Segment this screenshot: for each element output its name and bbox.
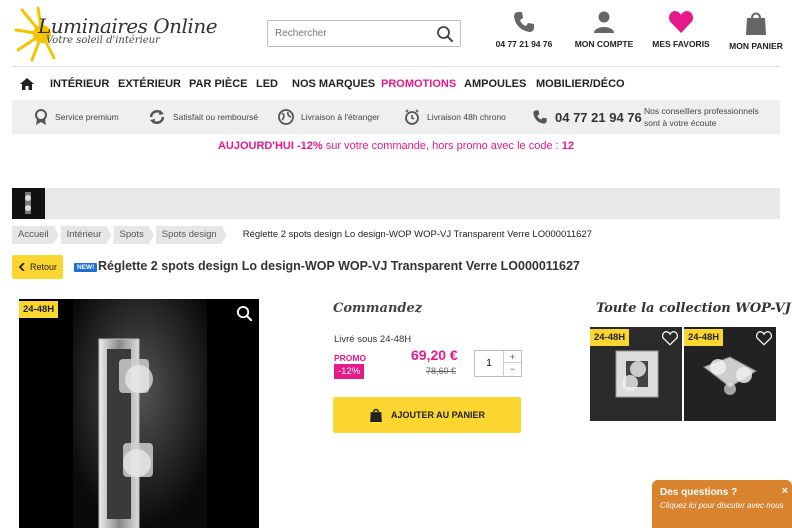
shopping-bag-icon xyxy=(370,408,382,422)
discount-badge: -12% xyxy=(334,364,365,379)
heart-icon xyxy=(668,11,694,33)
breadcrumb-spots[interactable]: Spots xyxy=(113,226,153,244)
feature-advisors: Nos conseillers professionnels sont à vo… xyxy=(644,100,774,134)
quantity-increase-button[interactable]: + xyxy=(503,351,521,363)
add-to-cart-label: AJOUTER AU PANIER xyxy=(390,410,485,420)
collection-card-tag: 24-48H xyxy=(590,329,630,346)
clock-icon xyxy=(405,109,419,125)
chat-close-button[interactable]: × xyxy=(782,485,788,497)
promo-label: PROMO xyxy=(334,353,367,363)
breadcrumb: Accueil Intérieur Spots Spots design Rég… xyxy=(12,226,592,244)
chevron-left-icon xyxy=(18,263,25,271)
zoom-icon[interactable] xyxy=(236,305,253,322)
feature-phone-number: 04 77 21 94 76 xyxy=(555,109,642,125)
feature-premium-label: Service premium xyxy=(55,112,119,122)
product-image[interactable]: 24-48H xyxy=(19,299,259,528)
logo-subtitle: Votre soleil d'intérieur xyxy=(46,35,160,46)
header-phone-label: 04 77 21 94 76 xyxy=(495,39,553,49)
main-nav: INTÉRIEUR EXTÉRIEUR PAR PIÈCE LED NOS MA… xyxy=(12,66,780,100)
nav-item-mobilier-deco[interactable]: MOBILIER/DÉCO xyxy=(536,78,625,90)
cart-label: MON PANIER xyxy=(729,41,783,51)
promo-banner: AUJOURD'HUI -12% sur votre commande, hor… xyxy=(0,140,792,152)
lamp-thumbnail-image xyxy=(25,192,31,214)
phone-icon xyxy=(533,110,547,124)
favorites-label: MES FAVORIS xyxy=(652,39,710,49)
promo-banner-lead: AUJOURD'HUI -12% xyxy=(217,140,323,152)
search-input[interactable] xyxy=(268,21,428,46)
nav-item-ampoules[interactable]: AMPOULES xyxy=(464,78,526,90)
new-badge: NEW! xyxy=(74,263,98,272)
price: 69,20 € xyxy=(411,347,458,363)
product-photo xyxy=(73,299,207,528)
nav-item-promotions[interactable]: PROMOTIONS xyxy=(381,78,456,90)
promo-code: 12 xyxy=(561,140,574,152)
refresh-icon xyxy=(149,110,165,124)
breadcrumb-accueil[interactable]: Accueil xyxy=(12,226,59,244)
feature-satisfied-label: Satisfait ou remboursé xyxy=(173,112,259,122)
home-icon[interactable] xyxy=(20,78,34,90)
product-title: Réglette 2 spots design Lo design-WOP WO… xyxy=(98,259,580,273)
delivery-tag: 24-48H xyxy=(19,301,59,318)
account-label: MON COMPTE xyxy=(574,39,634,49)
feature-delivery-48h-label: Livraison 48h chrono xyxy=(427,112,506,122)
nav-item-led[interactable]: LED xyxy=(256,78,278,90)
category-banner xyxy=(12,188,780,219)
feature-delivery-48h: Livraison 48h chrono xyxy=(404,100,506,134)
order-title: Commandez xyxy=(333,301,423,316)
favorites-link[interactable]: MES FAVORIS xyxy=(652,10,710,60)
back-button-label: Retour xyxy=(29,262,57,272)
back-button[interactable]: Retour xyxy=(12,255,63,279)
quantity-decrease-button[interactable]: − xyxy=(503,363,521,375)
delivery-info: Livré sous 24-48H xyxy=(334,334,412,345)
nav-item-exterieur[interactable]: EXTÉRIEUR xyxy=(118,78,181,90)
award-icon xyxy=(35,109,47,125)
features-bar: Service premium Satisfait ou remboursé L… xyxy=(12,100,780,134)
collection-card[interactable]: 24-48H xyxy=(684,327,776,421)
feature-advisors-label: Nos conseillers professionnels sont à vo… xyxy=(644,106,759,128)
search-icon[interactable] xyxy=(436,25,454,43)
collection-card[interactable]: 24-48H xyxy=(590,327,682,421)
chat-title: Des questions ? xyxy=(660,487,738,498)
heart-outline-icon[interactable] xyxy=(662,331,678,346)
quantity-stepper: + − xyxy=(474,350,522,377)
collection-card-tag: 24-48H xyxy=(684,329,724,346)
chat-subtitle: Cliquez ici pour discuter avec nous xyxy=(660,501,784,510)
breadcrumb-interieur[interactable]: Intérieur xyxy=(61,226,112,244)
feature-satisfied: Satisfait ou remboursé xyxy=(148,100,258,134)
feature-delivery-abroad: Livraison à l'étranger xyxy=(278,100,380,134)
quantity-input[interactable] xyxy=(475,351,503,376)
user-icon xyxy=(594,11,614,33)
shopping-bag-icon xyxy=(746,12,766,35)
search-box xyxy=(267,20,461,47)
heart-outline-icon[interactable] xyxy=(756,331,772,346)
feature-phone[interactable]: 04 77 21 94 76 xyxy=(532,100,642,134)
old-price: 78,60 € xyxy=(426,366,457,376)
breadcrumb-current: Réglette 2 spots design Lo design-WOP WO… xyxy=(242,229,592,240)
breadcrumb-spots-design[interactable]: Spots design xyxy=(156,226,227,244)
nav-item-nos-marques[interactable]: NOS MARQUES xyxy=(292,78,375,90)
header-phone[interactable]: 04 77 21 94 76 xyxy=(492,10,556,60)
feature-delivery-abroad-label: Livraison à l'étranger xyxy=(301,112,380,122)
globe-icon xyxy=(278,109,294,125)
nav-item-interieur[interactable]: INTÉRIEUR xyxy=(50,78,109,90)
category-thumbnail[interactable] xyxy=(12,188,45,219)
feature-premium: Service premium xyxy=(34,100,119,134)
cart-link[interactable]: MON PANIER xyxy=(728,10,784,60)
add-to-cart-button[interactable]: AJOUTER AU PANIER xyxy=(333,397,521,433)
nav-item-par-piece[interactable]: PAR PIÈCE xyxy=(189,78,247,90)
promo-banner-text: sur votre commande, hors promo avec le c… xyxy=(322,140,562,152)
account-link[interactable]: MON COMPTE xyxy=(574,10,634,60)
phone-icon xyxy=(514,12,534,32)
collection-title: Toute la collection WOP-VJ xyxy=(596,301,791,316)
chat-widget[interactable]: Des questions ? Cliquez ici pour discute… xyxy=(652,480,792,528)
